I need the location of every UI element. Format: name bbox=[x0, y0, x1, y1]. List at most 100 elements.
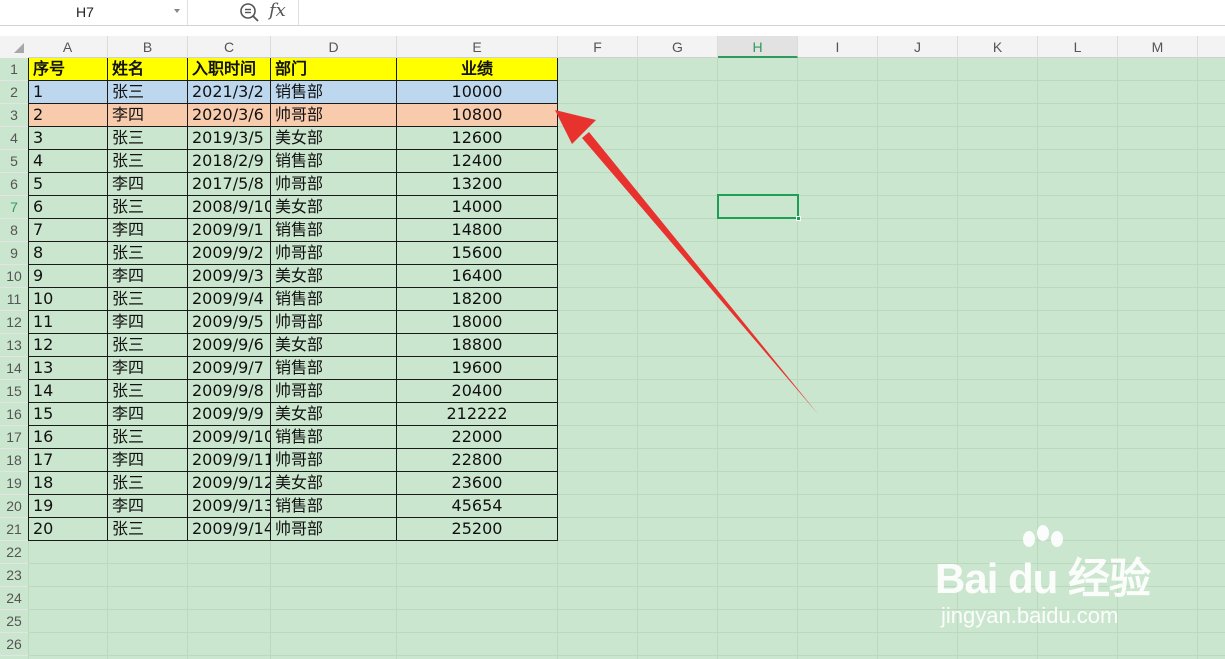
table-cell[interactable]: 2009/9/1 bbox=[188, 219, 271, 242]
row-header-11[interactable]: 11 bbox=[0, 288, 28, 311]
column-header-e[interactable]: E bbox=[397, 36, 558, 58]
row-header-14[interactable]: 14 bbox=[0, 357, 28, 380]
table-cell[interactable]: 2009/9/14 bbox=[188, 518, 271, 541]
table-cell[interactable]: 帅哥部 bbox=[271, 173, 397, 196]
table-cell[interactable]: 李四 bbox=[108, 495, 188, 518]
row-header-22[interactable]: 22 bbox=[0, 541, 28, 564]
table-cell[interactable]: 2018/2/9 bbox=[188, 150, 271, 173]
table-cell[interactable]: 12600 bbox=[397, 127, 558, 150]
table-cell[interactable]: 8 bbox=[28, 242, 108, 265]
name-box[interactable]: H7 bbox=[0, 0, 188, 25]
table-cell[interactable]: 李四 bbox=[108, 173, 188, 196]
formula-input[interactable] bbox=[300, 0, 1225, 25]
table-cell[interactable]: 李四 bbox=[108, 104, 188, 127]
table-cell[interactable]: 帅哥部 bbox=[271, 380, 397, 403]
table-cell[interactable]: 销售部 bbox=[271, 150, 397, 173]
table-cell[interactable]: 16400 bbox=[397, 265, 558, 288]
chevron-down-icon[interactable] bbox=[174, 9, 180, 13]
table-cell[interactable]: 7 bbox=[28, 219, 108, 242]
table-cell[interactable]: 帅哥部 bbox=[271, 104, 397, 127]
row-header-6[interactable]: 6 bbox=[0, 173, 28, 196]
row-header-17[interactable]: 17 bbox=[0, 426, 28, 449]
table-cell[interactable]: 张三 bbox=[108, 81, 188, 104]
table-cell[interactable]: 2019/3/5 bbox=[188, 127, 271, 150]
table-cell[interactable]: 15 bbox=[28, 403, 108, 426]
table-cell[interactable]: 张三 bbox=[108, 334, 188, 357]
table-cell[interactable]: 帅哥部 bbox=[271, 242, 397, 265]
select-all-corner[interactable] bbox=[0, 36, 28, 58]
selected-cell[interactable] bbox=[717, 194, 801, 221]
table-cell[interactable]: 2009/9/2 bbox=[188, 242, 271, 265]
table-cell[interactable]: 美女部 bbox=[271, 265, 397, 288]
table-cell[interactable]: 美女部 bbox=[271, 127, 397, 150]
table-cell[interactable]: 销售部 bbox=[271, 426, 397, 449]
table-cell[interactable]: 2009/9/3 bbox=[188, 265, 271, 288]
row-header-4[interactable]: 4 bbox=[0, 127, 28, 150]
table-cell[interactable]: 15600 bbox=[397, 242, 558, 265]
table-cell[interactable]: 李四 bbox=[108, 219, 188, 242]
row-header-8[interactable]: 8 bbox=[0, 219, 28, 242]
table-cell[interactable]: 14 bbox=[28, 380, 108, 403]
table-cell[interactable]: 25200 bbox=[397, 518, 558, 541]
table-cell[interactable]: 销售部 bbox=[271, 357, 397, 380]
table-cell[interactable]: 张三 bbox=[108, 288, 188, 311]
table-cell[interactable]: 18000 bbox=[397, 311, 558, 334]
table-cell[interactable]: 45654 bbox=[397, 495, 558, 518]
table-cell[interactable]: 4 bbox=[28, 150, 108, 173]
table-cell[interactable]: 李四 bbox=[108, 265, 188, 288]
row-header-3[interactable]: 3 bbox=[0, 104, 28, 127]
table-cell[interactable]: 10000 bbox=[397, 81, 558, 104]
table-cell[interactable]: 23600 bbox=[397, 472, 558, 495]
fill-handle[interactable] bbox=[796, 216, 801, 221]
column-header-h[interactable]: H bbox=[718, 36, 798, 58]
table-cell[interactable]: 6 bbox=[28, 196, 108, 219]
table-cell[interactable]: 帅哥部 bbox=[271, 518, 397, 541]
table-cell[interactable]: 2009/9/5 bbox=[188, 311, 271, 334]
column-header-d[interactable]: D bbox=[271, 36, 397, 58]
table-cell[interactable]: 2009/9/10 bbox=[188, 426, 271, 449]
table-cell[interactable]: 2009/9/7 bbox=[188, 357, 271, 380]
row-header-9[interactable]: 9 bbox=[0, 242, 28, 265]
row-header-23[interactable]: 23 bbox=[0, 564, 28, 587]
table-cell[interactable]: 14800 bbox=[397, 219, 558, 242]
table-cell[interactable]: 10 bbox=[28, 288, 108, 311]
column-header-c[interactable]: C bbox=[188, 36, 271, 58]
row-header-18[interactable]: 18 bbox=[0, 449, 28, 472]
column-header-l[interactable]: L bbox=[1038, 36, 1118, 58]
row-header-2[interactable]: 2 bbox=[0, 81, 28, 104]
table-cell[interactable]: 张三 bbox=[108, 518, 188, 541]
table-cell[interactable]: 张三 bbox=[108, 426, 188, 449]
table-cell[interactable]: 13 bbox=[28, 357, 108, 380]
table-cell[interactable]: 2009/9/4 bbox=[188, 288, 271, 311]
row-header-21[interactable]: 21 bbox=[0, 518, 28, 541]
row-header-24[interactable]: 24 bbox=[0, 587, 28, 610]
row-header-7[interactable]: 7 bbox=[0, 196, 28, 219]
table-cell[interactable]: 销售部 bbox=[271, 495, 397, 518]
table-cell[interactable]: 姓名 bbox=[108, 58, 188, 81]
table-cell[interactable]: 美女部 bbox=[271, 472, 397, 495]
table-cell[interactable]: 22800 bbox=[397, 449, 558, 472]
table-cell[interactable]: 张三 bbox=[108, 380, 188, 403]
table-cell[interactable]: 18800 bbox=[397, 334, 558, 357]
column-header-k[interactable]: K bbox=[958, 36, 1038, 58]
table-cell[interactable]: 11 bbox=[28, 311, 108, 334]
table-cell[interactable]: 16 bbox=[28, 426, 108, 449]
table-cell[interactable]: 帅哥部 bbox=[271, 311, 397, 334]
table-cell[interactable]: 2009/9/9 bbox=[188, 403, 271, 426]
table-cell[interactable]: 22000 bbox=[397, 426, 558, 449]
table-cell[interactable]: 2021/3/2 bbox=[188, 81, 271, 104]
table-cell[interactable]: 2009/9/13 bbox=[188, 495, 271, 518]
table-cell[interactable]: 2020/3/6 bbox=[188, 104, 271, 127]
table-cell[interactable]: 销售部 bbox=[271, 219, 397, 242]
column-header-b[interactable]: B bbox=[108, 36, 188, 58]
table-cell[interactable]: 17 bbox=[28, 449, 108, 472]
column-header-g[interactable]: G bbox=[638, 36, 718, 58]
table-cell[interactable]: 3 bbox=[28, 127, 108, 150]
table-cell[interactable]: 销售部 bbox=[271, 288, 397, 311]
table-cell[interactable]: 张三 bbox=[108, 196, 188, 219]
table-cell[interactable]: 20400 bbox=[397, 380, 558, 403]
table-cell[interactable]: 李四 bbox=[108, 449, 188, 472]
fx-icon[interactable]: fx bbox=[269, 0, 286, 21]
table-cell[interactable]: 12 bbox=[28, 334, 108, 357]
table-cell[interactable]: 2009/9/12 bbox=[188, 472, 271, 495]
